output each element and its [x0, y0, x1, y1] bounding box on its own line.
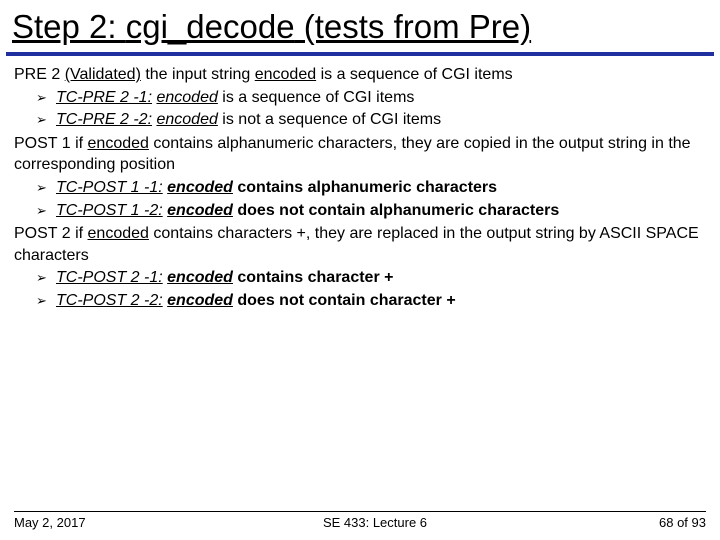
test-case: ➢TC-POST 1 -1: encoded contains alphanum… — [14, 177, 706, 199]
slide-content: PRE 2 (Validated) the input string encod… — [0, 64, 720, 312]
test-case: ➢TC-POST 2 -1: encoded contains characte… — [14, 267, 706, 289]
test-case: ➢TC-POST 1 -2: encoded does not contain … — [14, 200, 706, 222]
spec-head: POST 2 if encoded contains characters +,… — [14, 223, 706, 266]
test-case: ➢TC-POST 2 -2: encoded does not contain … — [14, 290, 706, 312]
arrow-icon: ➢ — [36, 292, 56, 310]
spec-post1: POST 1 if encoded contains alphanumeric … — [14, 133, 706, 221]
footer-course: SE 433: Lecture 6 — [104, 515, 646, 530]
arrow-icon: ➢ — [36, 269, 56, 287]
footer-divider — [14, 511, 706, 512]
test-case: ➢TC-PRE 2 -1: encoded is a sequence of C… — [14, 87, 706, 109]
footer-date: May 2, 2017 — [14, 515, 104, 530]
spec-head: PRE 2 (Validated) the input string encod… — [14, 64, 706, 86]
spec-pre2: PRE 2 (Validated) the input string encod… — [14, 64, 706, 131]
title-divider — [6, 52, 714, 56]
arrow-icon: ➢ — [36, 202, 56, 220]
arrow-icon: ➢ — [36, 89, 56, 107]
spec-post2: POST 2 if encoded contains characters +,… — [14, 223, 706, 311]
slide-footer: May 2, 2017 SE 433: Lecture 6 68 of 93 — [0, 511, 720, 530]
slide-title: Step 2: cgi_decode (tests from Pre) — [0, 0, 720, 52]
arrow-icon: ➢ — [36, 179, 56, 197]
spec-head: POST 1 if encoded contains alphanumeric … — [14, 133, 706, 176]
footer-page: 68 of 93 — [646, 515, 706, 530]
test-case: ➢TC-PRE 2 -2: encoded is not a sequence … — [14, 109, 706, 131]
arrow-icon: ➢ — [36, 111, 56, 129]
